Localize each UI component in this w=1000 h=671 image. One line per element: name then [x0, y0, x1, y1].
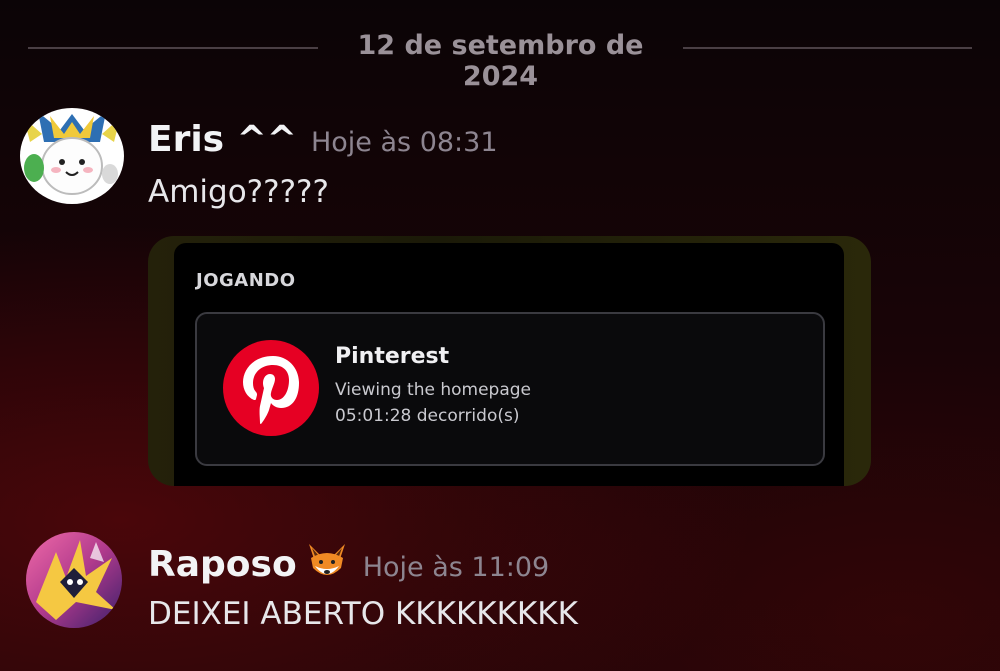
author-line: Eris ^^ Hoje às 08:31: [148, 119, 498, 160]
divider-date-label: 12 de setembro de 2024: [357, 30, 644, 92]
message-timestamp: Hoje às 08:31: [310, 127, 498, 158]
fox-emoji-icon: [305, 542, 349, 586]
activity-heading: JOGANDO: [196, 270, 296, 291]
message-text: Amigo?????: [148, 174, 329, 210]
author-name[interactable]: Raposo: [148, 544, 297, 585]
author-line: Raposo Hoje às 11:09: [148, 542, 549, 586]
divider-line-left: [28, 47, 318, 49]
activity-card: JOGANDO Pinterest Viewing the homepage 0…: [148, 236, 871, 486]
activity-elapsed-time: 05:01:28 decorrido(s): [335, 406, 520, 426]
message-timestamp: Hoje às 11:09: [362, 552, 550, 583]
message-text: DEIXEI ABERTO KKKKKKKKK: [148, 596, 578, 632]
pinterest-icon: [223, 340, 319, 436]
author-name[interactable]: Eris ^^: [148, 119, 297, 160]
cat-avatar-icon[interactable]: [20, 108, 124, 204]
activity-state: Viewing the homepage: [335, 380, 531, 400]
date-divider: 12 de setembro de 2024: [0, 28, 1000, 92]
activity-game-name: Pinterest: [335, 344, 450, 369]
activity-card-body: JOGANDO Pinterest Viewing the homepage 0…: [174, 243, 844, 486]
jolteon-avatar-icon[interactable]: [26, 532, 122, 628]
activity-game-box[interactable]: Pinterest Viewing the homepage 05:01:28 …: [195, 312, 825, 466]
divider-line-right: [683, 47, 972, 49]
